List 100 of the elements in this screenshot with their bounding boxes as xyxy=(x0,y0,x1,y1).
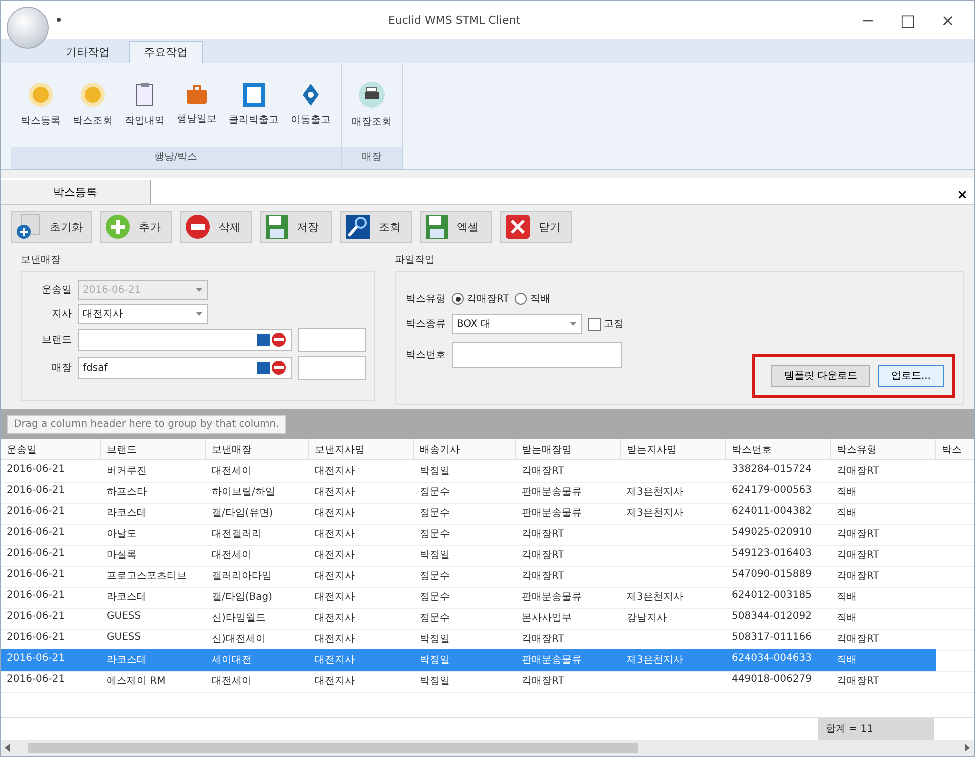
column-header[interactable]: 브랜드 xyxy=(101,439,206,460)
table-cell: 대전지사 xyxy=(309,649,414,672)
window-control-button[interactable]: − xyxy=(848,5,888,35)
input-field[interactable] xyxy=(298,328,366,352)
toolbar-button[interactable]: 추가 xyxy=(100,211,172,243)
radio-button[interactable]: 각매장RT xyxy=(452,292,510,306)
toolbar-button[interactable]: 엑셀 xyxy=(420,211,492,243)
table-cell: 판매분송물류 xyxy=(516,502,621,525)
ribbon-button[interactable]: 박스등록 xyxy=(15,78,67,132)
upload-button[interactable]: 업로드... xyxy=(878,365,944,387)
table-cell: 제3은천지사 xyxy=(621,502,726,525)
table-cell: 2016-06-21 xyxy=(1,586,101,609)
close-tab-button[interactable]: × xyxy=(951,187,974,204)
toolbar-button[interactable]: 닫기 xyxy=(500,211,572,243)
field-label: 박스번호 xyxy=(405,349,446,362)
table-cell: 대전지사 xyxy=(309,586,414,609)
table-cell: 라코스테 xyxy=(101,586,206,609)
scroll-left-icon[interactable] xyxy=(5,744,10,752)
table-cell: 각매장RT xyxy=(831,460,936,483)
table-cell: 마실록 xyxy=(101,544,206,567)
table-cell: 각매장RT xyxy=(516,523,621,546)
refresh-icon xyxy=(16,214,42,240)
caret-icon xyxy=(570,322,577,326)
table-cell: 각매장RT xyxy=(831,523,936,546)
table-cell: 449018-006279 xyxy=(726,670,831,693)
table-cell: 각매장RT xyxy=(516,460,621,483)
table-cell: 버커루진 xyxy=(101,460,206,483)
table-cell: 2016-06-21 xyxy=(1,523,101,546)
save-icon xyxy=(425,214,449,240)
table-cell: 에스제이 RM xyxy=(101,670,206,693)
table-cell: 제3은천지사 xyxy=(621,586,726,609)
quick-access-dot[interactable] xyxy=(57,18,61,22)
lookup-icons[interactable] xyxy=(257,360,287,376)
dropdown-field[interactable]: 대전지사 xyxy=(78,304,208,324)
lookup-icons[interactable] xyxy=(257,332,287,348)
checkbox[interactable]: 고정 xyxy=(588,317,624,331)
toolbar-button[interactable]: 삭제 xyxy=(180,211,252,243)
table-cell: 라코스테 xyxy=(101,649,206,672)
table-cell: 대전세이 xyxy=(206,544,309,567)
table-cell: 박정일 xyxy=(414,649,516,672)
ribbon-button[interactable]: 행낭일보 xyxy=(171,80,223,130)
column-header[interactable]: 받는지사명 xyxy=(621,439,726,460)
table-cell: 338284-015724 xyxy=(726,460,831,483)
column-header[interactable]: 보낸지사명 xyxy=(309,439,414,460)
table-cell: 직배 xyxy=(831,586,936,609)
ribbon-button[interactable]: 작업내역 xyxy=(119,78,171,132)
window-title: Euclid WMS STML Client xyxy=(387,14,522,26)
column-header[interactable]: 받는매장명 xyxy=(516,439,621,460)
ribbon-tab[interactable]: 기타작업 xyxy=(51,41,125,63)
table-cell: 대전지사 xyxy=(309,460,414,483)
table-cell: 대전지사 xyxy=(309,670,414,693)
close-icon xyxy=(505,214,531,240)
scroll-right-icon[interactable] xyxy=(965,744,970,752)
upload-button[interactable]: 템플릿 다운로드 xyxy=(771,365,870,387)
table-cell: 624179-000563 xyxy=(726,481,831,504)
radio-button[interactable]: 직배 xyxy=(515,292,550,306)
field-label: 지사 xyxy=(51,308,72,321)
table-cell: 직배 xyxy=(831,481,936,504)
table-cell: 라코스테 xyxy=(101,502,206,525)
table-cell: 직배 xyxy=(831,649,936,672)
table-cell: 2016-06-21 xyxy=(1,502,101,525)
table-cell: 정문수 xyxy=(414,607,516,630)
input-field[interactable]: fdsaf xyxy=(78,357,292,379)
table-cell: 549123-016403 xyxy=(726,544,831,567)
table-cell: 624012-003185 xyxy=(726,586,831,609)
column-header[interactable]: 박스유형 xyxy=(831,439,936,460)
window-control-button[interactable]: □ xyxy=(888,5,928,35)
window-control-button[interactable]: × xyxy=(928,5,968,35)
search-icon xyxy=(345,214,371,240)
table-cell: 갤/타임(유면) xyxy=(206,502,309,525)
table-cell: 정문수 xyxy=(414,586,516,609)
column-header[interactable]: 박스 xyxy=(936,439,974,460)
column-header[interactable]: 박스번호 xyxy=(726,439,831,460)
coin-icon xyxy=(28,82,54,108)
table-cell: 정문수 xyxy=(414,523,516,546)
column-header[interactable]: 운송일 xyxy=(1,439,101,460)
toolbar-button[interactable]: 조회 xyxy=(340,211,412,243)
ribbon-button[interactable]: 박스조회 xyxy=(67,78,119,132)
table-cell: 대전지사 xyxy=(309,565,414,588)
ribbon-button[interactable]: 클리박출고 xyxy=(223,79,285,131)
ribbon-button[interactable]: 매장조회 xyxy=(346,77,398,133)
input-field[interactable] xyxy=(78,329,292,351)
delete-icon xyxy=(185,214,211,240)
column-header[interactable]: 배송기사 xyxy=(414,439,516,460)
horizontal-scrollbar[interactable] xyxy=(1,740,974,756)
summary-cell: 합계 = 11 xyxy=(818,718,934,740)
ribbon-button[interactable]: 이동출고 xyxy=(285,79,337,131)
table-cell: 624034-004633 xyxy=(726,649,831,672)
toolbar-button[interactable]: 저장 xyxy=(260,211,332,243)
input-field[interactable] xyxy=(298,356,366,380)
dropdown-field[interactable]: BOX 대 xyxy=(452,314,582,334)
ribbon-tab[interactable]: 주요작업 xyxy=(129,41,203,63)
table-cell: 박정일 xyxy=(414,670,516,693)
input-field[interactable] xyxy=(452,342,622,368)
table-cell: 508344-012092 xyxy=(726,607,831,630)
toolbar-button[interactable]: 초기화 xyxy=(11,211,92,243)
document-tab[interactable]: 박스등록 xyxy=(1,180,151,204)
column-header[interactable]: 보낸매장 xyxy=(206,439,309,460)
ribbon-group-label: 매장 xyxy=(342,147,402,169)
table-cell: 각매장RT xyxy=(516,544,621,567)
